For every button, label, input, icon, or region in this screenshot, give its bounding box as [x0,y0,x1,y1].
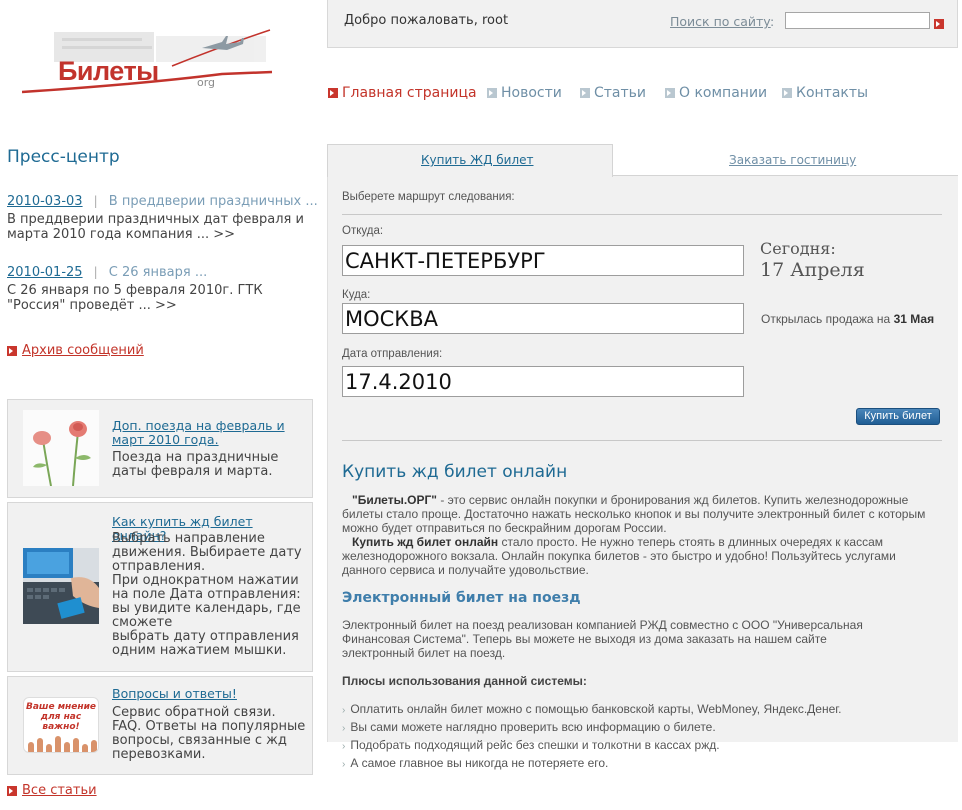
eticket-paragraph: Электронный билет на поезд реализован ко… [342,618,863,660]
flowers-image [23,410,99,486]
opinion-image: Ваше мнение для нас важно! [23,697,99,753]
list-item: › Оплатить онлайн билет можно с помощью б… [342,702,842,716]
list-item-text: Подобрать подходящий рейс без спешки и т… [350,738,720,752]
search-go-icon[interactable] [934,19,944,29]
sale-text: Открылась продажа на [761,312,891,326]
card-title-link[interactable]: Вопросы и ответы! [112,687,307,701]
all-articles-link[interactable]: Все статьи [7,783,97,798]
all-articles-label: Все статьи [22,783,97,798]
search-colon: : [770,14,775,29]
nav-about[interactable]: О компании [665,85,767,101]
opinion-image-text: Ваше мнение для нас важно! [25,702,97,732]
online-heading: Купить жд билет онлайн [342,462,568,482]
news-separator: | [93,194,98,208]
news-item: 2010-03-03 | В преддверии праздничных ..… [7,190,318,242]
intro-bold: Купить жд билет онлайн [352,535,499,549]
tab-buy-ticket-label[interactable]: Купить ЖД билет [421,153,534,167]
arrow-icon [782,88,792,98]
card-text: Поезда на праздничные даты февраля и мар… [112,450,279,479]
list-item-text: А самое главное вы никогда не потеряете … [350,756,609,770]
from-label: Откуда: [342,225,384,237]
list-item: › Вы сами можете наглядно проверить всю и… [342,720,716,734]
news-item: 2010-01-25 | С 26 января ... С 26 января… [7,261,312,313]
nav-label: Новости [501,85,562,101]
sale-info: Открылась продажа на 31 Мая [761,312,934,326]
logo-text: Билеты [58,56,159,86]
intro-paragraph: "Билеты.ОРГ" - это сервис онлайн покупки… [342,493,942,577]
arrow-icon [580,88,590,98]
nav-label: О компании [679,85,768,101]
search-label-link[interactable]: Поиск по сайту [670,14,771,29]
date-label: Дата отправления: [342,348,443,360]
arrow-icon [328,88,338,98]
nav-news[interactable]: Новости [487,85,562,101]
arrow-icon [665,88,675,98]
press-center-title: Пресс-центр [7,147,120,167]
list-item-text: Вы сами можете наглядно проверить всю ин… [350,720,716,734]
nav-label: Контакты [796,85,869,101]
nav-label: Статьи [594,85,647,101]
bullet-arrow-icon: › [342,759,346,770]
news-body: С 26 января по 5 февраля 2010г. ГТК "Рос… [7,283,263,313]
logo-suffix: org [197,76,216,89]
list-item: › Подобрать подходящий рейс без спешки и … [342,738,720,752]
arrow-icon [7,785,17,796]
bullet-arrow-icon: › [342,741,346,752]
article-card: Как купить жд билет онлайн? Выбрать напр… [7,502,313,672]
today-label: Сегодня: [760,239,836,258]
buy-ticket-button[interactable]: Купить билет [856,408,940,425]
raised-hands-icon [28,736,97,752]
to-label: Куда: [342,289,371,301]
to-input[interactable] [342,303,744,334]
divider [342,440,942,441]
list-item: › А самое главное вы никогда не потеряете… [342,756,608,770]
welcome-text: Добро пожаловать, root [344,13,509,28]
news-date-link[interactable]: 2010-01-25 [7,265,83,280]
news-separator: | [93,265,98,279]
date-input[interactable] [342,366,744,397]
search-input[interactable] [785,12,930,29]
nav-articles[interactable]: Статьи [580,85,646,101]
nav-label: Главная страница [342,85,477,101]
news-headline-link[interactable]: С 26 января ... [109,265,207,280]
news-date-link[interactable]: 2010-03-03 [7,194,83,209]
brand-name: "Билеты.ОРГ" [352,493,437,507]
today-date: 17 Апреля [760,259,865,281]
card-text: Выбрать направление движения. Выбираете … [112,531,302,658]
tab-hotel-label[interactable]: Заказать гостиницу [729,153,856,167]
from-input[interactable] [342,245,744,276]
advantages-heading: Плюсы использования данной системы: [342,674,587,688]
article-card: Доп. поезда на февраль и март 2010 года.… [7,399,313,498]
bullet-arrow-icon: › [342,705,346,716]
route-label: Выберете маршрут следования: [342,191,515,203]
bullet-arrow-icon: › [342,723,346,734]
divider [342,214,942,215]
archive-link[interactable]: Архив сообщений [7,343,144,358]
card-text: Сервис обратной связи. FAQ. Ответы на по… [112,705,306,762]
laptop-image [23,548,99,624]
nav-contacts[interactable]: Контакты [782,85,868,101]
archive-label: Архив сообщений [22,343,144,358]
article-card: Ваше мнение для нас важно! Вопросы и отв… [7,676,313,775]
list-item-text: Оплатить онлайн билет можно с помощью ба… [350,702,842,716]
news-headline-link[interactable]: В преддверии праздничных ... [109,194,318,209]
news-body: В преддверии праздничных дат февраля и м… [7,212,304,242]
nav-home[interactable]: Главная страница [328,85,477,101]
arrow-icon [7,345,17,356]
card-title-link[interactable]: Доп. поезда на февраль и март 2010 года. [112,419,307,447]
eticket-heading: Электронный билет на поезд [342,590,581,606]
sale-date: 31 Мая [893,312,935,326]
arrow-icon [487,88,497,98]
